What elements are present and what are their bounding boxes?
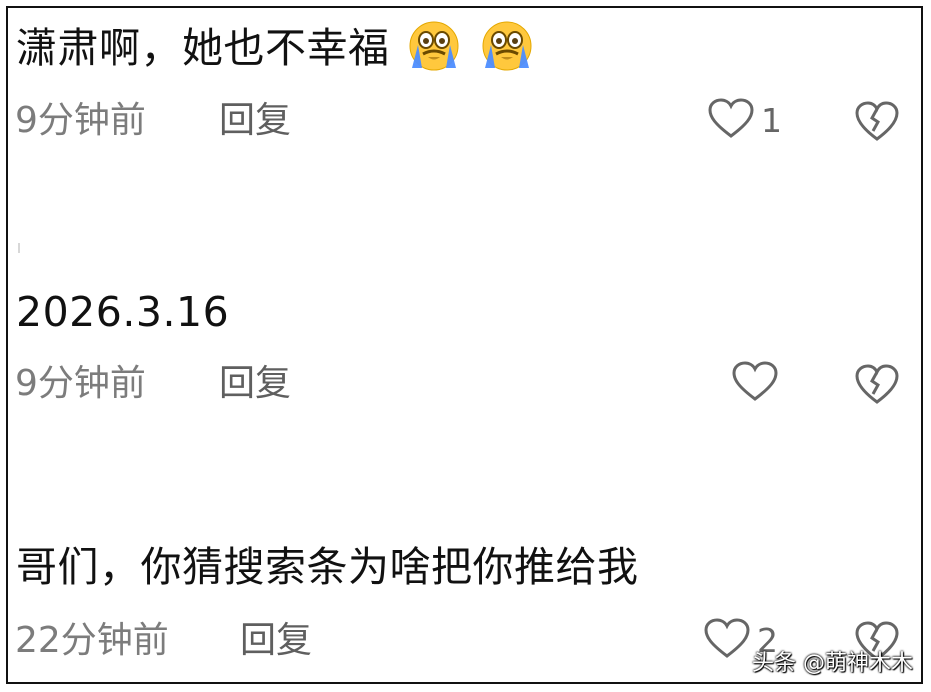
watermark: 头条 @萌神木木 [752,651,913,676]
reply-button[interactable]: 回复 [240,621,312,661]
like-button[interactable] [731,361,785,407]
comment-text: 2026.3.16 [16,286,229,338]
dislike-button[interactable] [854,100,900,142]
comment-body: 2026.3.16 [16,288,230,336]
dislike-button[interactable] [854,363,900,405]
comment-time: 9分钟前 [15,363,146,404]
like-button[interactable]: 1 [707,98,782,144]
crying-emoji-icon [479,18,535,74]
comment-item: 潇肃啊，她也不幸福 9分钟前 回复 1 [8,8,921,178]
heart-icon [703,618,751,664]
broken-heart-icon [854,100,900,146]
comment-meta: 9分钟前 回复 1 [15,98,921,144]
reply-button[interactable]: 回复 [219,364,291,404]
comment-body: 潇肃啊，她也不幸福 [16,24,390,72]
comment-body: 哥们，你猜搜索条为啥把你推给我 [16,543,639,591]
comment-item: 2026.3.16 9分钟前 回复 [8,268,921,438]
comment-list-frame: 潇肃啊，她也不幸福 9分钟前 回复 1 2026.3.16 9分钟前 回复 哥们… [6,6,923,684]
comment-text: 哥们，你猜搜索条为啥把你推给我 [16,541,639,593]
like-count: 1 [761,101,782,140]
crying-emoji-icon [406,18,462,74]
divider-mark [18,243,20,253]
comment-time: 22分钟前 [15,620,169,661]
comment-text: 潇肃啊，她也不幸福 [16,18,535,74]
broken-heart-icon [854,363,900,409]
comment-meta: 9分钟前 回复 [15,361,921,407]
heart-icon [707,98,755,144]
heart-icon [731,361,779,407]
comment-time: 9分钟前 [15,100,146,141]
reply-button[interactable]: 回复 [219,101,291,141]
